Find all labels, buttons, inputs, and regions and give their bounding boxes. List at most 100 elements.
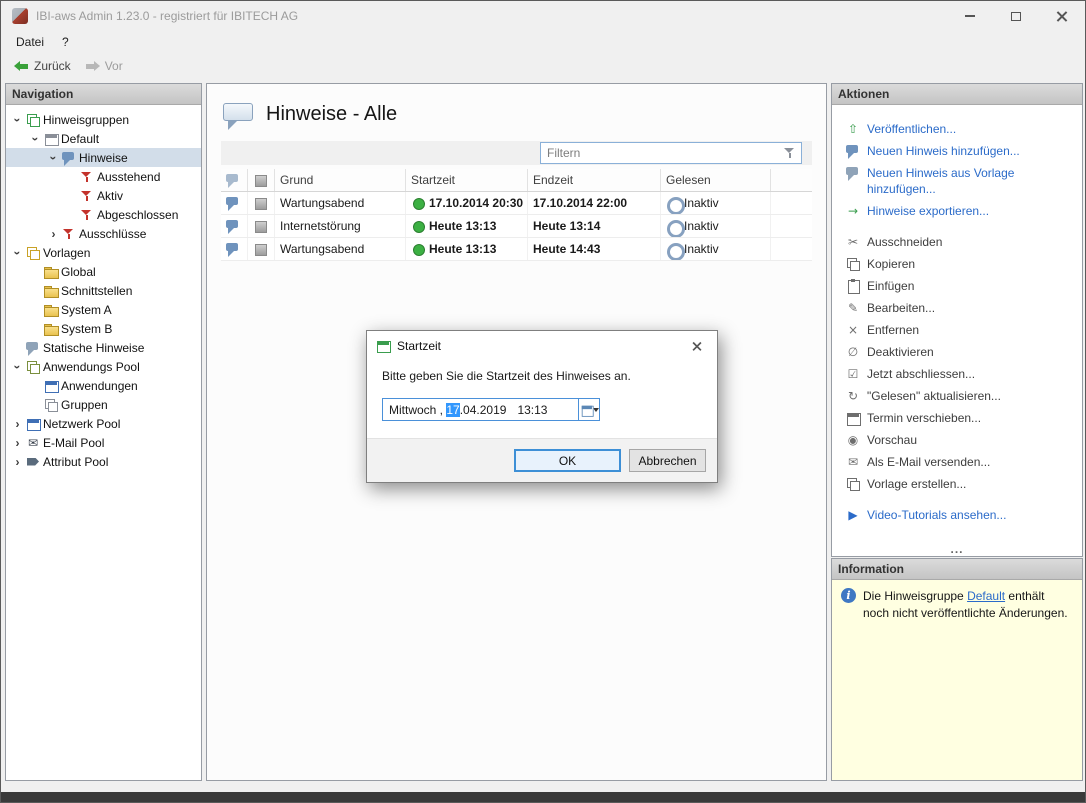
cross-icon: × bbox=[846, 323, 860, 337]
column-header-startzeit[interactable]: Startzeit bbox=[406, 169, 528, 191]
action-label: Einfügen bbox=[867, 278, 914, 294]
tree-item-abgeschlossen[interactable]: Abgeschlossen bbox=[6, 205, 201, 224]
action-veroeffentlichen[interactable]: ⇧Veröffentlichen... bbox=[846, 118, 1076, 140]
selected-day-segment[interactable]: 17 bbox=[446, 403, 459, 417]
action-entfernen[interactable]: ×Entfernen bbox=[846, 319, 1076, 341]
action-jetzt-abschliessen[interactable]: ☑Jetzt abschliessen... bbox=[846, 363, 1076, 385]
tree-item-statische-hinweise[interactable]: Statische Hinweise bbox=[6, 338, 201, 357]
info-icon bbox=[841, 588, 856, 603]
dialog-titlebar[interactable]: Startzeit bbox=[367, 331, 717, 360]
cell-startzeit: Heute 13:13 bbox=[429, 219, 496, 233]
note-type-column-icon bbox=[226, 173, 240, 187]
column-header-grund[interactable]: Grund bbox=[275, 169, 406, 191]
tree-item-system-b[interactable]: System B bbox=[6, 319, 201, 338]
actions-panel: Aktionen ⇧Veröffentlichen...Neuen Hinwei… bbox=[831, 83, 1083, 557]
datetime-picker[interactable]: Mittwoch , 17.04.201913:13 bbox=[382, 398, 600, 421]
tree-item-global[interactable]: Global bbox=[6, 262, 201, 281]
filter-funnel-icon[interactable] bbox=[783, 146, 797, 160]
pencil-icon: ✎ bbox=[846, 301, 860, 315]
information-panel: Information Die Hinweisgruppe Default en… bbox=[831, 558, 1083, 781]
tree-item-e-mail-pool[interactable]: ›✉E-Mail Pool bbox=[6, 433, 201, 452]
table-cell bbox=[248, 215, 275, 237]
minimize-button[interactable] bbox=[947, 1, 993, 31]
filter-input[interactable] bbox=[547, 146, 779, 160]
funnel-icon bbox=[62, 227, 76, 241]
ok-button[interactable]: OK bbox=[514, 449, 621, 472]
expander-collapsed-icon[interactable]: › bbox=[12, 437, 23, 449]
action-hinweise-exportieren[interactable]: →Hinweise exportieren... bbox=[846, 200, 1076, 222]
tree-item-anwendungs-pool[interactable]: ›Anwendungs Pool bbox=[6, 357, 201, 376]
maximize-icon bbox=[1011, 12, 1021, 21]
expander-expanded-icon[interactable]: › bbox=[12, 361, 24, 372]
action-bearbeiten[interactable]: ✎Bearbeiten... bbox=[846, 297, 1076, 319]
calendar-dropdown-button[interactable] bbox=[578, 399, 599, 420]
action-neuen-hinweis-hinzufuegen[interactable]: Neuen Hinweis hinzufügen... bbox=[846, 140, 1076, 162]
back-button[interactable]: Zurück bbox=[7, 56, 78, 76]
column-header-endzeit[interactable]: Endzeit bbox=[528, 169, 661, 191]
tree-item-label: Global bbox=[61, 265, 96, 279]
column-header-attachment[interactable] bbox=[248, 169, 275, 191]
action-video-tutorials-ansehen[interactable]: ▶Video-Tutorials ansehen... bbox=[846, 504, 1076, 526]
column-header-type[interactable] bbox=[221, 169, 248, 191]
expander-expanded-icon[interactable]: › bbox=[30, 133, 42, 144]
back-arrow-icon bbox=[14, 61, 29, 72]
action-kopieren[interactable]: Kopieren bbox=[846, 253, 1076, 275]
expander-collapsed-icon[interactable]: › bbox=[12, 418, 23, 430]
expander-expanded-icon[interactable]: › bbox=[12, 247, 24, 258]
mail-icon: ✉ bbox=[846, 455, 860, 469]
tree-item-netzwerk-pool[interactable]: › Netzwerk Pool bbox=[6, 414, 201, 433]
tree-item-label: Attribut Pool bbox=[43, 455, 108, 469]
action-label: Neuen Hinweis hinzufügen... bbox=[867, 143, 1020, 159]
table-row[interactable]: Wartungsabend17.10.2014 20:3017.10.2014 … bbox=[221, 192, 812, 215]
action-gelesen-aktualisieren[interactable]: ↻"Gelesen" aktualisieren... bbox=[846, 385, 1076, 407]
tree-item-default[interactable]: ›Default bbox=[6, 129, 201, 148]
action-vorlage-erstellen[interactable]: Vorlage erstellen... bbox=[846, 473, 1076, 495]
action-vorschau[interactable]: ◉Vorschau bbox=[846, 429, 1076, 451]
forward-button[interactable]: Vor bbox=[78, 56, 130, 76]
maximize-button[interactable] bbox=[993, 1, 1039, 31]
action-neuen-hinweis-aus-vorlage-hinzufuegen[interactable]: Neuen Hinweis aus Vorlage hinzufügen... bbox=[846, 162, 1076, 200]
action-termin-verschieben[interactable]: Termin verschieben... bbox=[846, 407, 1076, 429]
table-row[interactable]: WartungsabendHeute 13:13Heute 14:43Inakt… bbox=[221, 238, 812, 261]
expander-expanded-icon[interactable]: › bbox=[48, 152, 60, 163]
tree-item-attribut-pool[interactable]: › Attribut Pool bbox=[6, 452, 201, 471]
tree-item-label: Vorlagen bbox=[43, 246, 90, 260]
column-header-gelesen[interactable]: Gelesen bbox=[661, 169, 771, 191]
bubble-icon bbox=[26, 341, 40, 355]
tree-item-hinweisgruppen[interactable]: ›Hinweisgruppen bbox=[6, 110, 201, 129]
menu-help[interactable]: ? bbox=[53, 32, 78, 52]
expander-expanded-icon[interactable]: › bbox=[12, 114, 24, 125]
action-deaktivieren[interactable]: ∅Deaktivieren bbox=[846, 341, 1076, 363]
filter-band bbox=[221, 141, 812, 165]
table-cell: Wartungsabend bbox=[275, 238, 406, 260]
tree-item-gruppen[interactable]: Gruppen bbox=[6, 395, 201, 414]
default-group-link[interactable]: Default bbox=[967, 589, 1005, 603]
tree-item-vorlagen[interactable]: › Vorlagen bbox=[6, 243, 201, 262]
cancel-button[interactable]: Abbrechen bbox=[629, 449, 706, 472]
action-einfuegen[interactable]: Einfügen bbox=[846, 275, 1076, 297]
window-icon bbox=[26, 417, 40, 431]
action-als-e-mail-versenden[interactable]: ✉Als E-Mail versenden... bbox=[846, 451, 1076, 473]
tree-item-ausstehend[interactable]: Ausstehend bbox=[6, 167, 201, 186]
tree-item-label: Netzwerk Pool bbox=[43, 417, 120, 431]
table-cell: 17.10.2014 22:00 bbox=[528, 192, 661, 214]
cell-gelesen: Inaktiv bbox=[684, 219, 719, 233]
info-text: Die Hinweisgruppe Default enthält noch n… bbox=[863, 588, 1073, 623]
more-actions-indicator[interactable]: ... bbox=[832, 544, 1082, 555]
close-button[interactable] bbox=[1039, 1, 1085, 31]
dot-icon bbox=[411, 219, 425, 233]
folder-icon bbox=[44, 265, 58, 279]
dialog-close-button[interactable] bbox=[677, 331, 717, 360]
bubble-icon bbox=[846, 166, 860, 180]
expander-collapsed-icon[interactable]: › bbox=[12, 456, 23, 468]
expander-collapsed-icon[interactable]: › bbox=[48, 228, 59, 240]
tree-item-anwendungen[interactable]: Anwendungen bbox=[6, 376, 201, 395]
menu-datei[interactable]: Datei bbox=[7, 32, 53, 52]
table-row[interactable]: InternetstörungHeute 13:13Heute 13:14Ina… bbox=[221, 215, 812, 238]
tree-item-ausschluesse[interactable]: ›Ausschlüsse bbox=[6, 224, 201, 243]
tree-item-hinweise[interactable]: ›Hinweise bbox=[6, 148, 201, 167]
tree-item-schnittstellen[interactable]: Schnittstellen bbox=[6, 281, 201, 300]
action-ausschneiden[interactable]: ✂Ausschneiden bbox=[846, 231, 1076, 253]
tree-item-system-a[interactable]: System A bbox=[6, 300, 201, 319]
tree-item-aktiv[interactable]: Aktiv bbox=[6, 186, 201, 205]
